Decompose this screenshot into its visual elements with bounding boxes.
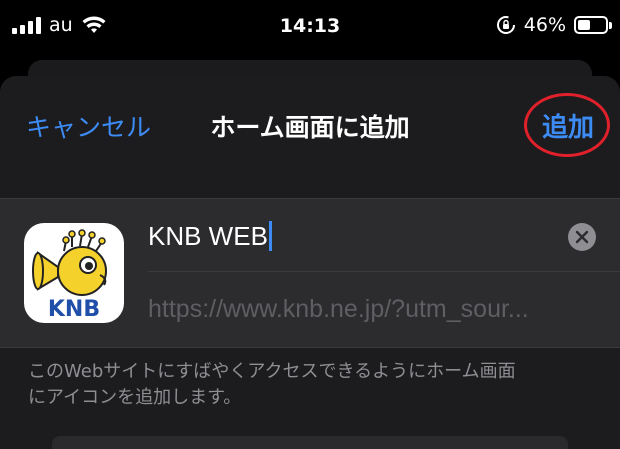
clear-text-button[interactable] (568, 223, 596, 251)
sheet-title: ホーム画面に追加 (210, 113, 410, 142)
status-right: 46% (496, 14, 612, 36)
helper-text: このWebサイトにすばやくアクセスできるようにホーム画面 にアイコンを追加します… (28, 361, 516, 408)
battery-icon (574, 16, 612, 34)
knb-app-icon: KNB (24, 223, 124, 323)
add-to-home-sheet: キャンセル ホーム画面に追加 追加 KNB KNB WEB https://ww… (0, 76, 620, 449)
bookmark-name-input[interactable]: KNB WEB (148, 199, 620, 271)
rotation-lock-icon (496, 16, 515, 34)
next-sheet-edge (52, 436, 568, 449)
knb-logo-icon: KNB (32, 229, 107, 322)
knb-logo-text: KNB (48, 297, 100, 322)
battery-percent: 46% (523, 14, 566, 36)
sheet-nav-bar: キャンセル ホーム画面に追加 追加 (0, 76, 620, 172)
add-button[interactable]: 追加 (542, 107, 594, 144)
bookmark-form: KNB KNB WEB https://www.knb.ne.jp/?utm_s… (0, 198, 620, 348)
clear-x-icon (575, 230, 589, 244)
bookmark-name-value: KNB WEB (148, 221, 272, 252)
status-bar: au 14:13 46% (0, 0, 620, 56)
field-divider (148, 271, 620, 272)
text-caret (268, 221, 272, 251)
phone-screen: au 14:13 46% キャンセル ホーム画面に追加 追加 KNB KNB W… (0, 0, 620, 449)
url-field: https://www.knb.ne.jp/?utm_sour... (148, 295, 529, 323)
